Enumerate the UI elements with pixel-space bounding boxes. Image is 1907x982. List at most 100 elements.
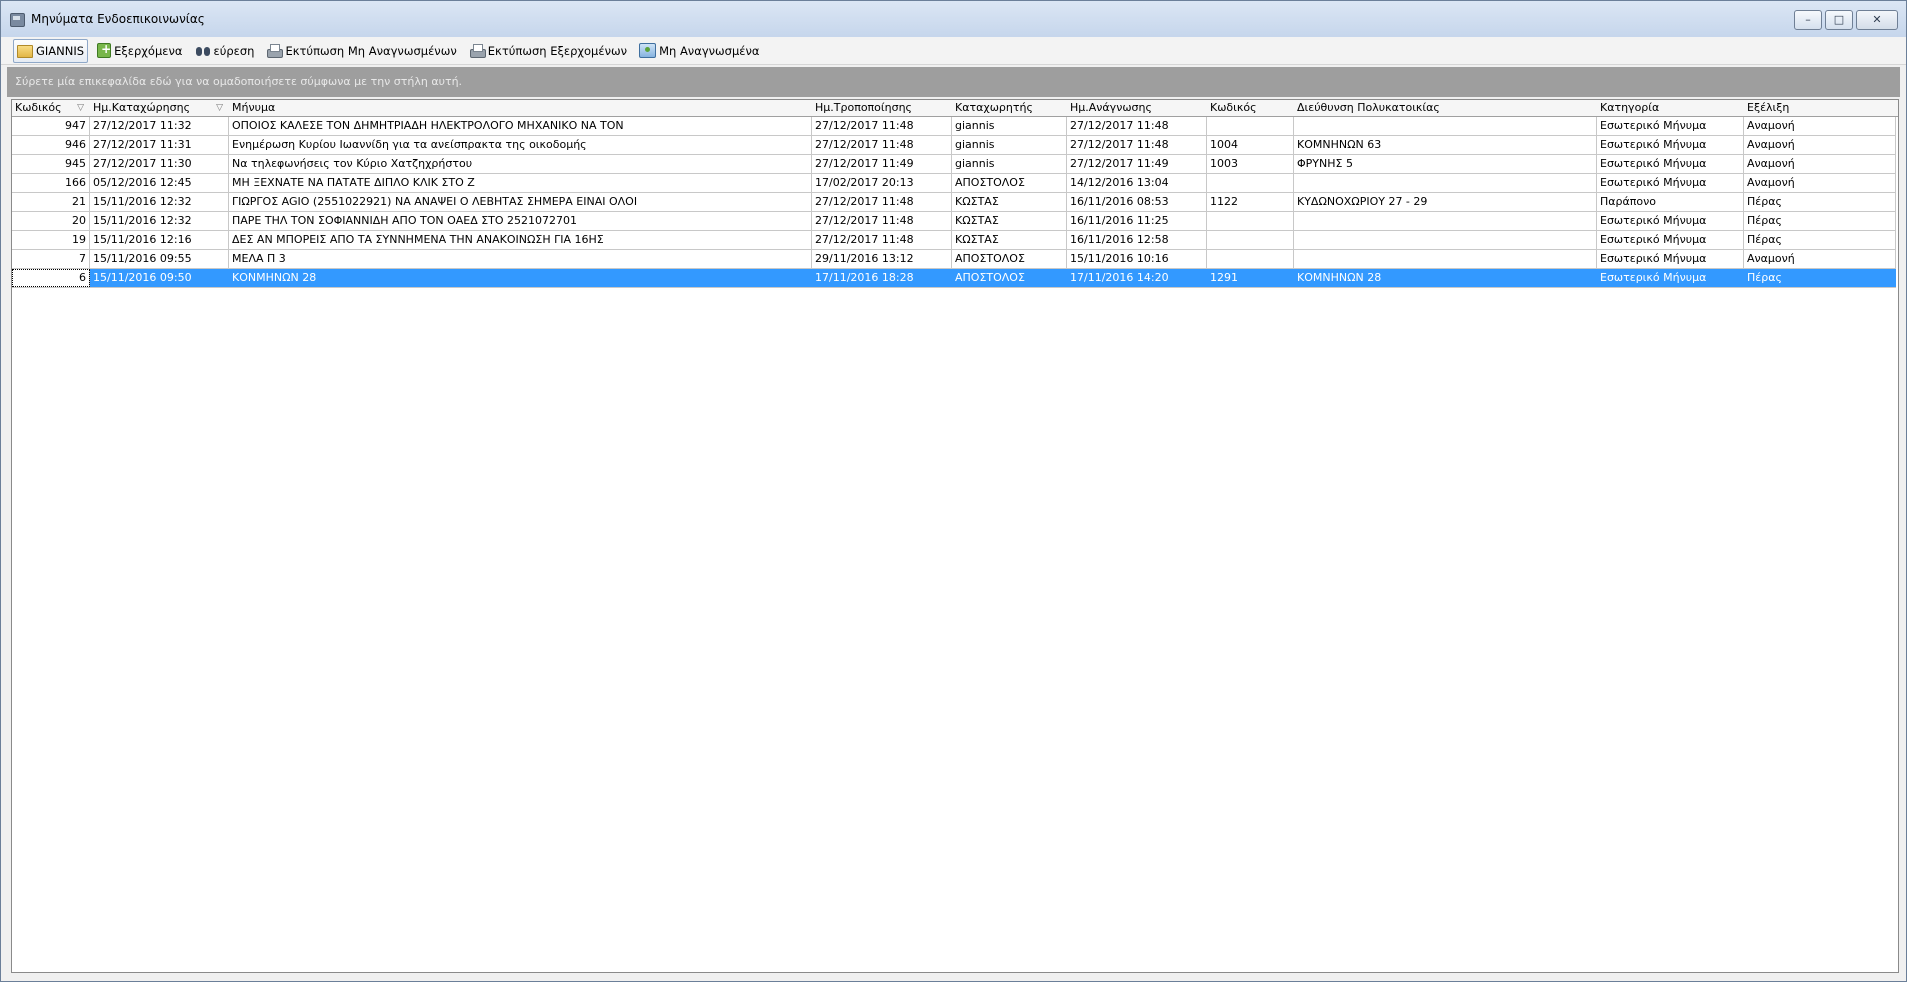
cell-registrar[interactable]: giannis	[952, 136, 1067, 154]
cell-read-date[interactable]: 27/12/2017 11:49	[1067, 155, 1207, 173]
filter-icon[interactable]: ▽	[216, 100, 223, 116]
cell-code[interactable]: 6	[12, 269, 90, 287]
cell-entry-date[interactable]: 27/12/2017 11:32	[90, 117, 229, 135]
cell-registrar[interactable]: ΑΠΟΣΤΟΛΟΣ	[952, 174, 1067, 192]
cell-modified-date[interactable]: 27/12/2017 11:48	[812, 136, 952, 154]
column-header-modified-date[interactable]: Ημ.Τροποποίησης	[812, 100, 952, 116]
toolbar-unread-button[interactable]: Μη Αναγνωσμένα	[636, 40, 762, 62]
cell-registrar[interactable]: giannis	[952, 117, 1067, 135]
cell-read-date[interactable]: 16/11/2016 11:25	[1067, 212, 1207, 230]
cell-building-address[interactable]	[1294, 174, 1597, 192]
cell-category[interactable]: Εσωτερικό Μήνυμα	[1597, 250, 1744, 268]
column-header-building-address[interactable]: Διεύθυνση Πολυκατοικίας	[1294, 100, 1597, 116]
cell-message[interactable]: ΠΑΡΕ ΤΗΛ ΤΟΝ ΣΟΦΙΑΝΝΙΔΗ ΑΠΟ ΤΟΝ ΟΑΕΔ ΣΤΟ…	[229, 212, 812, 230]
table-row[interactable]: 166 05/12/2016 12:45 ΜΗ ΞΕΧΝΑΤΕ ΝΑ ΠΑΤΑΤΕ …	[12, 174, 1896, 193]
cell-message[interactable]: Ενημέρωση Κυρίου Ιωαννίδη για τα ανείσπρ…	[229, 136, 812, 154]
cell-status[interactable]: Αναμονή	[1744, 174, 1896, 192]
table-row[interactable]: 20 15/11/2016 12:32 ΠΑΡΕ ΤΗΛ ΤΟΝ ΣΟΦΙΑΝΝΙΔ…	[12, 212, 1896, 231]
cell-status[interactable]: Αναμονή	[1744, 155, 1896, 173]
cell-building-code[interactable]: 1291	[1207, 269, 1294, 287]
cell-message[interactable]: Να τηλεφωνήσεις τον Κύριο Χατζηχρήστου	[229, 155, 812, 173]
cell-modified-date[interactable]: 17/11/2016 18:28	[812, 269, 952, 287]
cell-modified-date[interactable]: 29/11/2016 13:12	[812, 250, 952, 268]
cell-code[interactable]: 20	[12, 212, 90, 230]
table-row[interactable]: 19 15/11/2016 12:16 ΔΕΣ ΑΝ ΜΠΟΡΕΙΣ ΑΠΟ ΤΑ …	[12, 231, 1896, 250]
maximize-button[interactable]: □	[1825, 10, 1853, 30]
cell-category[interactable]: Παράπονο	[1597, 193, 1744, 211]
cell-category[interactable]: Εσωτερικό Μήνυμα	[1597, 269, 1744, 287]
cell-status[interactable]: Πέρας	[1744, 193, 1896, 211]
toolbar-print-outgoing-button[interactable]: Εκτύπωση Εξερχομένων	[466, 40, 630, 62]
column-header-message[interactable]: Μήνυμα	[229, 100, 812, 116]
messages-grid[interactable]: Κωδικός ▽ Ημ.Καταχώρησης ▽ Μήνυμα Ημ.Τροπο…	[11, 99, 1899, 973]
cell-status[interactable]: Πέρας	[1744, 231, 1896, 249]
cell-modified-date[interactable]: 27/12/2017 11:48	[812, 231, 952, 249]
table-row[interactable]: 946 27/12/2017 11:31 Ενημέρωση Κυρίου Ιωαν…	[12, 136, 1896, 155]
cell-category[interactable]: Εσωτερικό Μήνυμα	[1597, 174, 1744, 192]
cell-code[interactable]: 7	[12, 250, 90, 268]
cell-entry-date[interactable]: 15/11/2016 12:32	[90, 212, 229, 230]
cell-registrar[interactable]: ΑΠΟΣΤΟΛΟΣ	[952, 250, 1067, 268]
cell-modified-date[interactable]: 27/12/2017 11:48	[812, 212, 952, 230]
cell-category[interactable]: Εσωτερικό Μήνυμα	[1597, 155, 1744, 173]
cell-registrar[interactable]: ΑΠΟΣΤΟΛΟΣ	[952, 269, 1067, 287]
minimize-button[interactable]: –	[1794, 10, 1822, 30]
column-header-read-date[interactable]: Ημ.Ανάγνωσης	[1067, 100, 1207, 116]
cell-code[interactable]: 166	[12, 174, 90, 192]
table-row[interactable]: 7 15/11/2016 09:55 ΜΕΛΑ Π 3 29/11/2016 13:1…	[12, 250, 1896, 269]
column-header-status[interactable]: Εξέλιξη	[1744, 100, 1896, 116]
cell-category[interactable]: Εσωτερικό Μήνυμα	[1597, 117, 1744, 135]
cell-message[interactable]: ΟΠΟΙΟΣ ΚΑΛΕΣΕ ΤΟΝ ΔΗΜΗΤΡΙΑΔΗ ΗΛΕΚΤΡΟΛΟΓΟ…	[229, 117, 812, 135]
cell-building-code[interactable]: 1004	[1207, 136, 1294, 154]
cell-message[interactable]: ΔΕΣ ΑΝ ΜΠΟΡΕΙΣ ΑΠΟ ΤΑ ΣΥΝΝΗΜΕΝΑ ΤΗΝ ΑΝΑΚ…	[229, 231, 812, 249]
cell-code[interactable]: 946	[12, 136, 90, 154]
cell-building-address[interactable]	[1294, 231, 1597, 249]
cell-building-code[interactable]	[1207, 117, 1294, 135]
cell-code[interactable]: 945	[12, 155, 90, 173]
column-header-registrar[interactable]: Καταχωρητής	[952, 100, 1067, 116]
table-row[interactable]: 21 15/11/2016 12:32 ΓΙΩΡΓΟΣ AGIO (25510229…	[12, 193, 1896, 212]
cell-code[interactable]: 947	[12, 117, 90, 135]
cell-read-date[interactable]: 27/12/2017 11:48	[1067, 117, 1207, 135]
cell-building-code[interactable]	[1207, 250, 1294, 268]
cell-building-address[interactable]	[1294, 117, 1597, 135]
cell-modified-date[interactable]: 17/02/2017 20:13	[812, 174, 952, 192]
cell-status[interactable]: Αναμονή	[1744, 117, 1896, 135]
group-by-panel[interactable]: Σύρετε μία επικεφαλίδα εδώ για να ομαδοπ…	[7, 67, 1900, 97]
cell-message[interactable]: ΓΙΩΡΓΟΣ AGIO (2551022921) ΝΑ ΑΝΑΨΕΙ Ο ΛΕ…	[229, 193, 812, 211]
toolbar-print-unread-button[interactable]: Εκτύπωση Μη Αναγνωσμένων	[263, 40, 459, 62]
cell-category[interactable]: Εσωτερικό Μήνυμα	[1597, 136, 1744, 154]
cell-building-address[interactable]	[1294, 212, 1597, 230]
cell-entry-date[interactable]: 15/11/2016 09:55	[90, 250, 229, 268]
cell-entry-date[interactable]: 15/11/2016 12:32	[90, 193, 229, 211]
cell-status[interactable]: Πέρας	[1744, 212, 1896, 230]
cell-modified-date[interactable]: 27/12/2017 11:48	[812, 193, 952, 211]
cell-registrar[interactable]: giannis	[952, 155, 1067, 173]
cell-read-date[interactable]: 27/12/2017 11:48	[1067, 136, 1207, 154]
cell-registrar[interactable]: ΚΩΣΤΑΣ	[952, 212, 1067, 230]
filter-icon[interactable]: ▽	[77, 100, 84, 116]
cell-building-code[interactable]	[1207, 231, 1294, 249]
cell-status[interactable]: Αναμονή	[1744, 250, 1896, 268]
cell-entry-date[interactable]: 15/11/2016 09:50	[90, 269, 229, 287]
cell-building-address[interactable]: ΚΥΔΩΝΟΧΩΡΙΟΥ 27 - 29	[1294, 193, 1597, 211]
cell-read-date[interactable]: 16/11/2016 08:53	[1067, 193, 1207, 211]
cell-message[interactable]: ΜΗ ΞΕΧΝΑΤΕ ΝΑ ΠΑΤΑΤΕ ΔΙΠΛΟ ΚΛΙΚ ΣΤΟ Ζ	[229, 174, 812, 192]
cell-entry-date[interactable]: 27/12/2017 11:31	[90, 136, 229, 154]
cell-code[interactable]: 21	[12, 193, 90, 211]
cell-entry-date[interactable]: 15/11/2016 12:16	[90, 231, 229, 249]
cell-modified-date[interactable]: 27/12/2017 11:48	[812, 117, 952, 135]
cell-message[interactable]: ΜΕΛΑ Π 3	[229, 250, 812, 268]
cell-status[interactable]: Πέρας	[1744, 269, 1896, 287]
cell-entry-date[interactable]: 05/12/2016 12:45	[90, 174, 229, 192]
cell-read-date[interactable]: 16/11/2016 12:58	[1067, 231, 1207, 249]
cell-building-code[interactable]	[1207, 212, 1294, 230]
title-bar[interactable]: Μηνύματα Ενδοεπικοινωνίας – □ ✕	[1, 1, 1906, 38]
table-row[interactable]: 947 27/12/2017 11:32 ΟΠΟΙΟΣ ΚΑΛΕΣΕ ΤΟΝ ΔΗΜ…	[12, 117, 1896, 136]
cell-status[interactable]: Αναμονή	[1744, 136, 1896, 154]
column-header-category[interactable]: Κατηγορία	[1597, 100, 1744, 116]
cell-read-date[interactable]: 14/12/2016 13:04	[1067, 174, 1207, 192]
toolbar-search-button[interactable]: εύρεση	[192, 40, 258, 62]
cell-modified-date[interactable]: 27/12/2017 11:49	[812, 155, 952, 173]
cell-building-address[interactable]: ΦΡΥΝΗΣ 5	[1294, 155, 1597, 173]
